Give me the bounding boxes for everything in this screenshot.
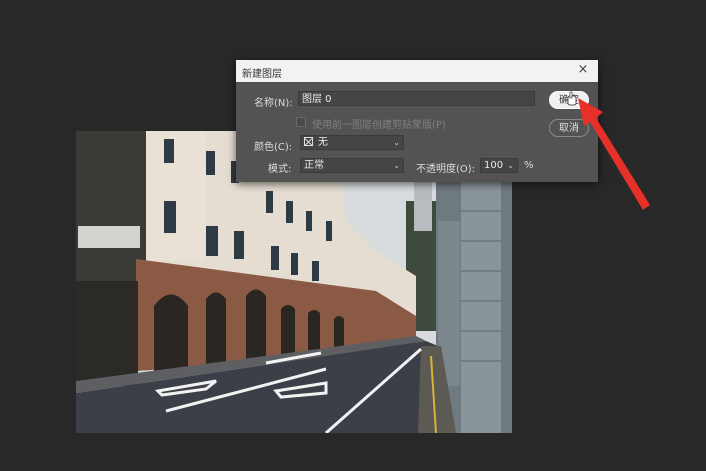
opacity-value: 100 xyxy=(484,160,504,171)
color-value: 无 xyxy=(318,137,328,148)
ok-button[interactable]: 确定 xyxy=(549,91,589,109)
mode-select[interactable]: 正常 ⌄ xyxy=(300,158,404,173)
opacity-input[interactable]: 100 ⌄ xyxy=(480,158,518,173)
clip-mask-checkbox[interactable] xyxy=(296,117,306,127)
new-layer-dialog: 新建图层 × 名称(N): 图层 0 使用前一图层创建剪贴蒙版(P) 颜色(C)… xyxy=(236,60,598,182)
mode-value: 正常 xyxy=(304,160,324,171)
chevron-down-icon: ⌄ xyxy=(393,161,400,170)
cancel-button[interactable]: 取消 xyxy=(549,119,589,137)
chevron-down-icon: ⌄ xyxy=(393,138,400,147)
dialog-title: 新建图层 xyxy=(242,69,282,80)
opacity-unit: % xyxy=(524,160,534,171)
dialog-titlebar: 新建图层 × xyxy=(236,60,598,82)
layer-name-input[interactable]: 图层 0 xyxy=(298,91,535,106)
name-label: 名称(N): xyxy=(254,98,293,109)
chevron-down-icon[interactable]: ⌄ xyxy=(507,159,514,172)
clip-mask-label: 使用前一图层创建剪贴蒙版(P) xyxy=(312,120,446,131)
color-select[interactable]: 无 ⌄ xyxy=(300,135,404,150)
no-color-swatch-icon xyxy=(304,137,313,146)
color-label: 颜色(C): xyxy=(254,142,293,153)
close-icon[interactable]: × xyxy=(576,63,590,77)
opacity-label: 不透明度(O): xyxy=(416,164,476,175)
mode-label: 模式: xyxy=(268,164,292,175)
